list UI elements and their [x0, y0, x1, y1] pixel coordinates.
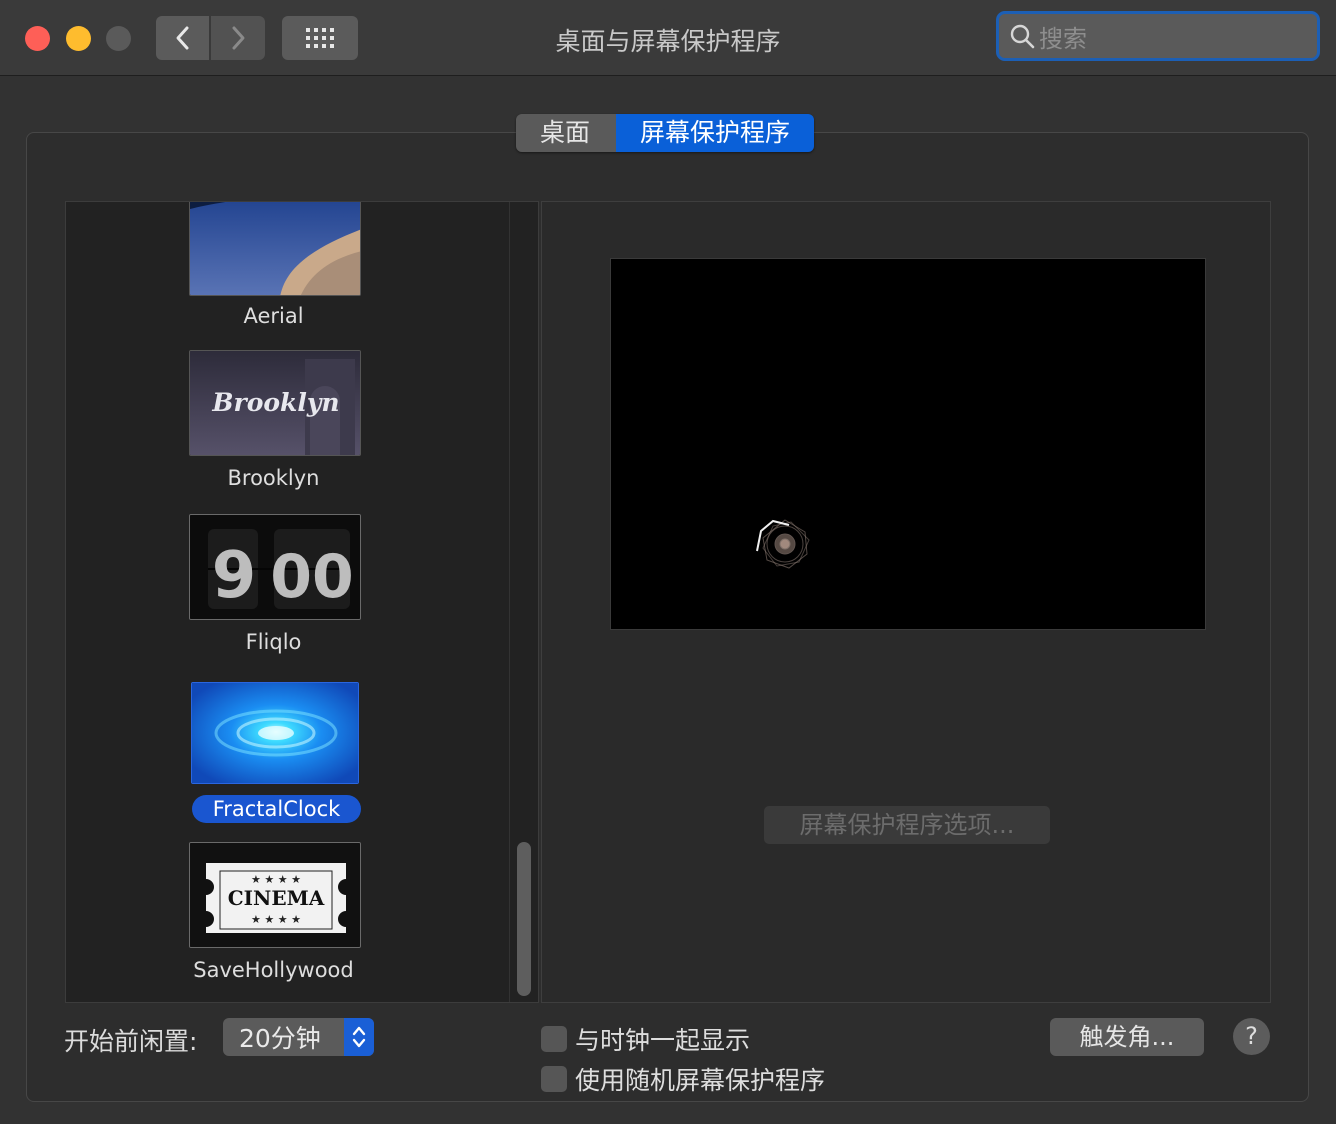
screensaver-label: Brooklyn [227, 466, 320, 490]
idle-time-select[interactable]: 20分钟 [223, 1018, 374, 1056]
brooklyn-thumbnail: Brooklyn [189, 350, 361, 456]
tab-desktop[interactable]: 桌面 [516, 114, 616, 152]
search-placeholder: 搜索 [1039, 24, 1087, 53]
screensaver-label: Aerial [243, 304, 304, 328]
help-button[interactable]: ? [1233, 1018, 1270, 1055]
list-item-brooklyn[interactable]: Brooklyn Brooklyn [66, 350, 509, 500]
random-saver-checkbox[interactable] [541, 1066, 567, 1092]
show-with-clock-checkbox[interactable] [541, 1026, 567, 1052]
savehollywood-thumbnail: ★ ★ ★ ★ CINEMA ★ ★ ★ ★ [189, 842, 361, 948]
random-saver-option[interactable]: 使用随机屏幕保护程序 [541, 1061, 825, 1097]
search-field[interactable]: 搜索 [996, 11, 1320, 61]
idle-time-value: 20分钟 [239, 1024, 321, 1053]
screensaver-label: Fliqlo [245, 630, 302, 654]
tab-control: 桌面 屏幕保护程序 [516, 114, 815, 152]
list-divider [509, 202, 510, 1002]
screensaver-options-button[interactable]: 屏幕保护程序选项... [764, 806, 1050, 844]
svg-text:★ ★ ★ ★: ★ ★ ★ ★ [251, 873, 301, 886]
list-item-fliqlo[interactable]: 9 00 Fliqlo [66, 514, 509, 664]
fractal-clock-preview [756, 519, 810, 569]
brooklyn-logo-text: Brooklyn [211, 388, 339, 417]
fliqlo-minutes: 00 [270, 542, 354, 612]
list-item-savehollywood[interactable]: ★ ★ ★ ★ CINEMA ★ ★ ★ ★ SaveHollywood [66, 842, 509, 992]
fractalclock-thumbnail [191, 682, 359, 784]
aerial-thumbnail [189, 202, 361, 296]
fliqlo-thumbnail: 9 00 [189, 514, 361, 620]
search-icon [1010, 24, 1035, 49]
show-with-clock-option[interactable]: 与时钟一起显示 [541, 1021, 750, 1057]
list-item-aerial[interactable]: Aerial [66, 202, 509, 332]
preview-pane: 屏幕保护程序选项... [541, 201, 1271, 1003]
screensaver-list: Aerial Brooklyn Brooklyn 9 00 Fliqlo Fra… [65, 201, 539, 1003]
tab-screensaver[interactable]: 屏幕保护程序 [616, 114, 815, 152]
cinema-text: CINEMA [228, 886, 325, 910]
fliqlo-hour: 9 [212, 539, 257, 613]
hot-corners-button[interactable]: 触发角... [1050, 1018, 1204, 1056]
screensaver-label-selected: FractalClock [192, 795, 361, 823]
screensaver-preview [610, 258, 1206, 630]
up-down-chevron-icon [344, 1018, 374, 1056]
list-scrollbar-thumb[interactable] [517, 842, 531, 996]
title-bar: 桌面与屏幕保护程序 搜索 [0, 0, 1336, 76]
show-with-clock-label: 与时钟一起显示 [575, 1026, 751, 1055]
screensaver-label: SaveHollywood [193, 958, 354, 982]
idle-label: 开始前闲置: [64, 1027, 198, 1056]
random-saver-label: 使用随机屏幕保护程序 [575, 1066, 826, 1095]
svg-text:★ ★ ★ ★: ★ ★ ★ ★ [251, 913, 301, 926]
list-item-fractalclock[interactable]: FractalClock [66, 680, 509, 830]
